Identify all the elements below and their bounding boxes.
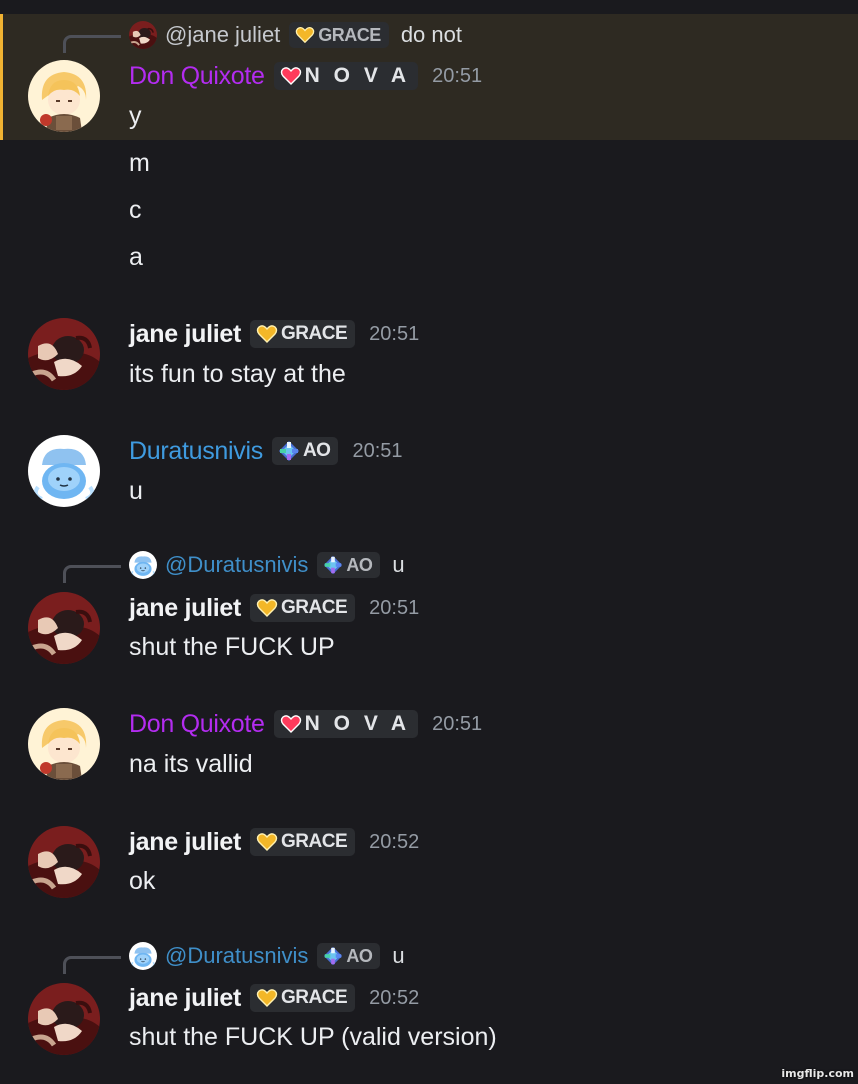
diamond-icon xyxy=(323,555,343,575)
message-text: c xyxy=(129,196,142,224)
user-tag: N O V A xyxy=(273,710,419,738)
reply-spine xyxy=(63,35,121,53)
user-tag: GRACE xyxy=(250,984,356,1012)
reply-tag-label: GRACE xyxy=(318,24,381,45)
username[interactable]: jane juliet xyxy=(129,828,241,857)
username[interactable]: jane juliet xyxy=(129,594,241,623)
message-text: na its vallid xyxy=(129,750,253,778)
heart-icon xyxy=(280,713,302,735)
reply-spine xyxy=(63,565,121,583)
avatar[interactable] xyxy=(28,592,100,664)
message-text: shut the FUCK UP (valid version) xyxy=(129,1023,497,1051)
message-text: a xyxy=(129,243,143,271)
reply-tag-label: AO xyxy=(346,554,373,575)
gold-heart-icon xyxy=(256,597,278,619)
message-text: y xyxy=(129,102,142,130)
gold-heart-icon xyxy=(256,323,278,345)
message-text: m xyxy=(129,149,150,177)
user-tag-label: GRACE xyxy=(281,831,348,852)
timestamp: 20:51 xyxy=(369,322,420,345)
user-tag-label: N O V A xyxy=(304,64,411,87)
user-tag-label: AO xyxy=(302,440,331,461)
reply-username[interactable]: @Duratusnivis xyxy=(165,943,308,969)
reply-username[interactable]: @jane juliet xyxy=(165,22,280,48)
username[interactable]: Don Quixote xyxy=(129,62,265,91)
username[interactable]: jane juliet xyxy=(129,984,241,1013)
message-text: shut the FUCK UP xyxy=(129,633,335,661)
avatar[interactable] xyxy=(28,983,100,1055)
avatar[interactable] xyxy=(28,708,100,780)
reply-text: u xyxy=(392,943,405,968)
reply-tag: GRACE xyxy=(289,22,389,48)
user-tag: AO xyxy=(271,437,339,465)
username[interactable]: jane juliet xyxy=(129,320,241,349)
user-tag: GRACE xyxy=(250,320,356,348)
diamond-icon xyxy=(278,440,300,462)
avatar[interactable] xyxy=(28,435,100,507)
avatar[interactable] xyxy=(28,60,100,132)
watermark: imgflip.com xyxy=(781,1067,854,1080)
user-tag-label: GRACE xyxy=(281,323,348,344)
reply-tag-label: AO xyxy=(346,945,373,966)
timestamp: 20:51 xyxy=(432,712,483,735)
reply-text: do not xyxy=(400,22,462,47)
message-text: its fun to stay at the xyxy=(129,360,346,388)
user-tag-label: GRACE xyxy=(281,597,348,618)
timestamp: 20:51 xyxy=(369,596,420,619)
diamond-icon xyxy=(323,946,343,966)
gold-heart-icon xyxy=(256,831,278,853)
message-text: ok xyxy=(129,867,156,895)
user-tag: N O V A xyxy=(273,62,419,90)
reply-tag: AO xyxy=(317,552,381,578)
user-tag: GRACE xyxy=(250,828,356,856)
username[interactable]: Duratusnivis xyxy=(129,437,263,466)
user-tag-label: N O V A xyxy=(304,712,411,735)
timestamp: 20:52 xyxy=(369,830,420,853)
reply-spine xyxy=(63,956,121,974)
timestamp: 20:52 xyxy=(369,986,420,1009)
avatar[interactable] xyxy=(28,318,100,390)
timestamp: 20:51 xyxy=(352,439,403,462)
reply-avatar xyxy=(129,942,157,970)
reply-username[interactable]: @Duratusnivis xyxy=(165,552,308,578)
reply-text: u xyxy=(392,552,405,577)
message-text: u xyxy=(129,477,143,505)
username[interactable]: Don Quixote xyxy=(129,710,265,739)
timestamp: 20:51 xyxy=(432,64,483,87)
user-tag-label: GRACE xyxy=(281,987,348,1008)
reply-avatar xyxy=(129,21,157,49)
heart-icon xyxy=(280,65,302,87)
reply-avatar xyxy=(129,551,157,579)
gold-heart-icon xyxy=(295,25,315,45)
gold-heart-icon xyxy=(256,987,278,1009)
user-tag: GRACE xyxy=(250,594,356,622)
reply-tag: AO xyxy=(317,943,381,969)
avatar[interactable] xyxy=(28,826,100,898)
